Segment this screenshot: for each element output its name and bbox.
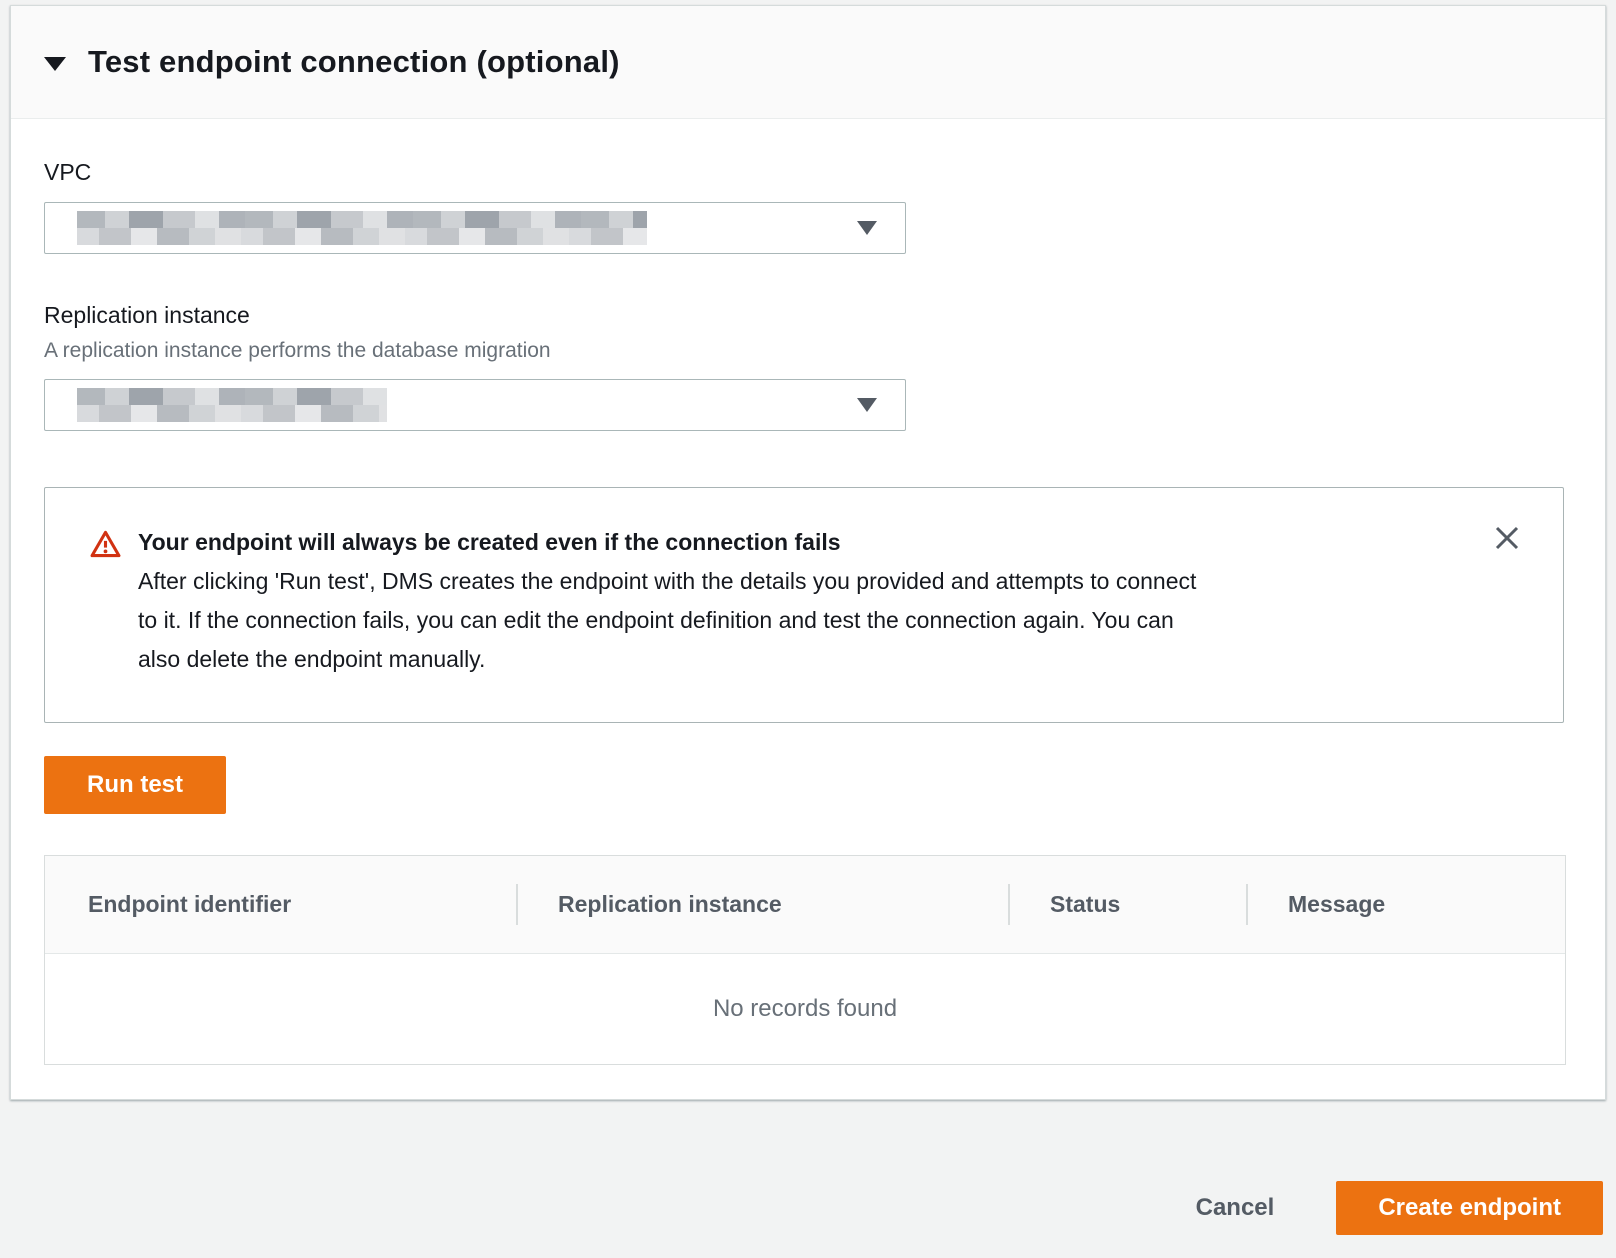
warning-body-line: also delete the endpoint manually. (138, 640, 1196, 679)
create-endpoint-button[interactable]: Create endpoint (1336, 1181, 1603, 1235)
warning-alert: Your endpoint will always be created eve… (44, 487, 1564, 723)
vpc-label: VPC (44, 119, 1572, 186)
vpc-redacted-value (77, 211, 647, 245)
column-header-endpoint-identifier[interactable]: Endpoint identifier (45, 856, 516, 953)
table-header-row: Endpoint identifier Replication instance… (45, 856, 1565, 954)
replication-instance-select[interactable] (44, 379, 906, 431)
column-header-status[interactable]: Status (1008, 856, 1246, 953)
test-results-table: Endpoint identifier Replication instance… (44, 855, 1566, 1065)
chevron-down-icon (857, 221, 877, 235)
warning-triangle-icon (90, 529, 121, 682)
replication-instance-redacted-value (77, 388, 387, 422)
test-endpoint-connection-panel: Test endpoint connection (optional) VPC … (10, 5, 1606, 1100)
wizard-footer: Cancel Create endpoint (0, 1100, 1616, 1258)
warning-content: Your endpoint will always be created eve… (138, 522, 1196, 682)
warning-title: Your endpoint will always be created eve… (138, 522, 1196, 562)
collapse-triangle-icon (44, 57, 66, 71)
panel-body: VPC Replication instance A replication i… (11, 119, 1605, 1065)
empty-table-message: No records found (45, 954, 1565, 1064)
column-header-replication-instance[interactable]: Replication instance (516, 856, 1008, 953)
chevron-down-icon (857, 398, 877, 412)
run-test-button[interactable]: Run test (44, 756, 226, 814)
warning-body-line: After clicking 'Run test', DMS creates t… (138, 562, 1196, 601)
vpc-select[interactable] (44, 202, 906, 254)
panel-title: Test endpoint connection (optional) (88, 44, 620, 80)
column-header-message[interactable]: Message (1246, 856, 1565, 953)
cancel-button[interactable]: Cancel (1166, 1181, 1305, 1235)
close-icon[interactable] (1485, 516, 1529, 560)
replication-instance-label: Replication instance (44, 254, 1572, 329)
panel-header[interactable]: Test endpoint connection (optional) (11, 6, 1605, 119)
replication-instance-description: A replication instance performs the data… (44, 339, 1572, 363)
warning-body-line: to it. If the connection fails, you can … (138, 601, 1196, 640)
